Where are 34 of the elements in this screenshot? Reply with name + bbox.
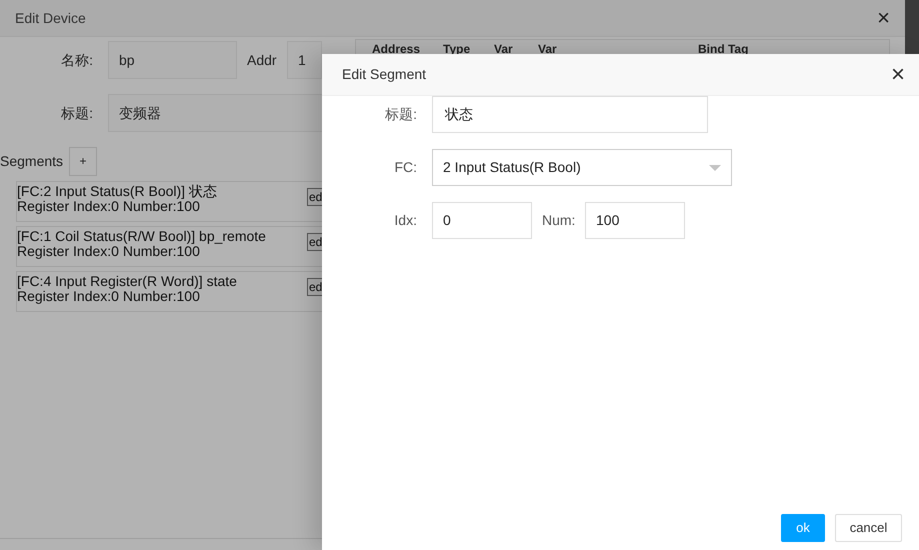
segment-title: [FC:2 Input Status(R Bool)] 状态: [17, 184, 218, 199]
name-field[interactable]: bp: [108, 41, 237, 79]
column-header: Var: [537, 41, 558, 54]
column-header: Address: [371, 41, 422, 54]
title-field[interactable]: 变频器: [108, 94, 322, 132]
field-label: FC:: [393, 158, 417, 177]
cancel-button[interactable]: cancel: [835, 514, 902, 542]
segment-details: Register Index:0 Number:100: [17, 289, 200, 304]
segment-title: [FC:1 Coil Status(R/W Bool)] bp_remote: [17, 229, 267, 244]
edit-button[interactable]: ed: [307, 233, 322, 251]
num-field[interactable]: 100: [585, 202, 685, 239]
close-button[interactable]: ×: [890, 62, 905, 86]
dialog-title: Edit Device: [15, 8, 86, 28]
close-button[interactable]: ×: [877, 7, 890, 29]
field-label: Idx:: [393, 211, 417, 230]
segment-details: Register Index:0 Number:100: [17, 199, 201, 214]
field-label: 标题:: [384, 105, 417, 124]
field-label: Num:: [542, 211, 576, 230]
edit-button[interactable]: ed: [307, 188, 322, 206]
field-label: 名称:: [60, 50, 93, 70]
title-field[interactable]: 状态: [432, 96, 708, 133]
dialog-title: Edit Segment: [342, 65, 426, 84]
segment-title: [FC:4 Input Register(R Word)] state: [17, 274, 238, 289]
edit-button[interactable]: ed: [307, 278, 322, 296]
segment-details: Register Index:0 Number:100: [17, 244, 200, 259]
add-segment-button[interactable]: +: [69, 146, 98, 176]
fc-select[interactable]: 2 Input Status(R Bool): [432, 149, 732, 186]
field-label: Addr: [247, 50, 278, 70]
idx-field[interactable]: 0: [432, 202, 532, 239]
field-label: 标题:: [60, 104, 93, 122]
addr-field[interactable]: 1: [287, 41, 322, 79]
segments-label: Segments: [0, 152, 64, 171]
dropdown-caret-icon: [709, 164, 721, 170]
column-header: Var: [493, 41, 514, 54]
